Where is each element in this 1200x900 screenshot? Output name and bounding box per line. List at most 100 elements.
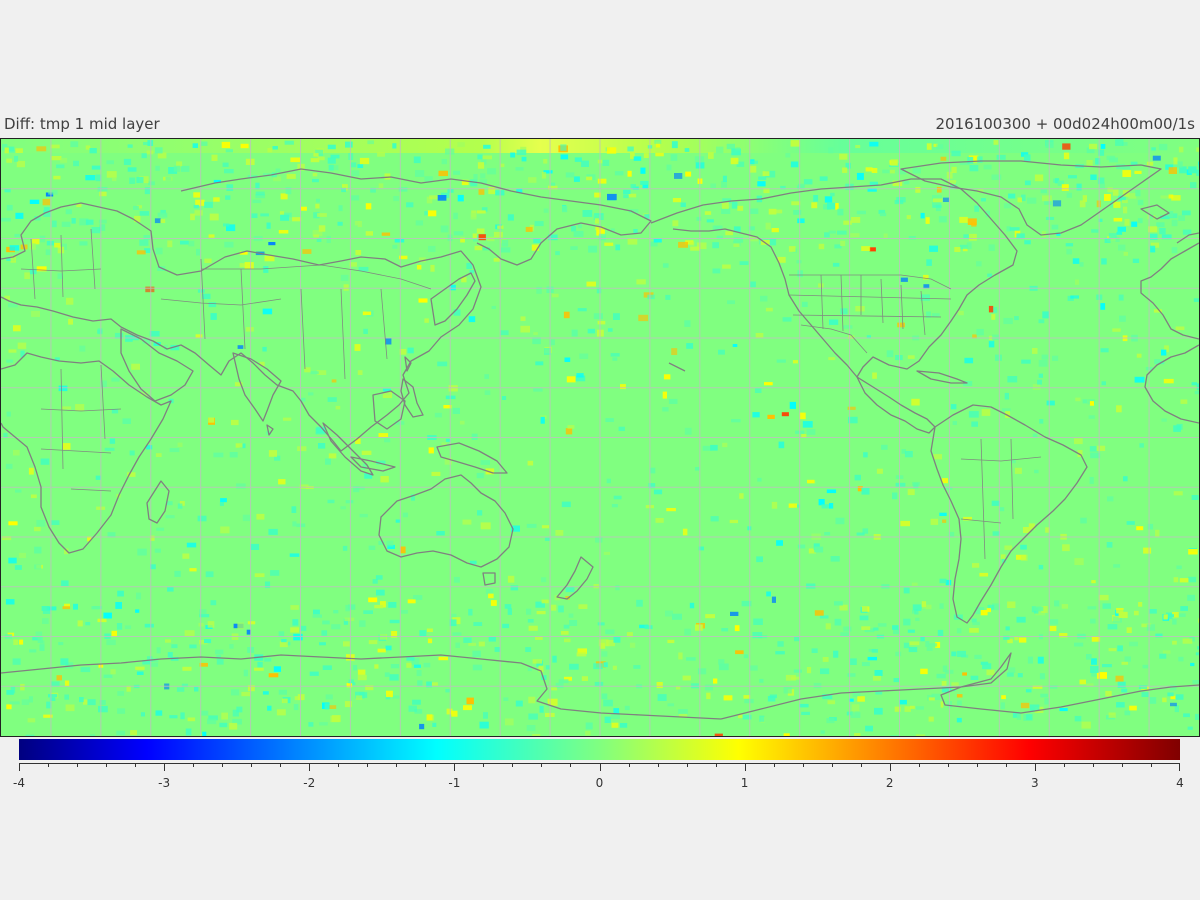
field-cell <box>155 247 163 255</box>
field-cell <box>351 162 357 168</box>
field-cell <box>826 489 837 494</box>
field-cell <box>730 611 739 616</box>
field-cell <box>385 645 392 651</box>
field-cell <box>890 159 899 166</box>
field-cell <box>595 537 603 543</box>
field-cell <box>588 245 598 253</box>
colorbar-minor-tick <box>222 763 224 767</box>
colorbar-minor-tick <box>1092 763 1094 767</box>
field-cell <box>799 412 806 420</box>
field-cell <box>526 725 536 732</box>
field-cell <box>967 156 974 164</box>
field-cell <box>1196 147 1199 152</box>
field-cell <box>1102 664 1112 668</box>
field-cell <box>195 334 203 338</box>
field-cell <box>357 674 367 681</box>
field-cell <box>42 198 51 206</box>
field-cell <box>890 735 901 736</box>
field-cell <box>182 666 192 671</box>
field-cell <box>34 564 42 570</box>
field-cell <box>941 681 947 686</box>
field-cell <box>958 310 964 316</box>
field-cell <box>177 503 183 509</box>
field-cell <box>1173 425 1181 432</box>
field-cell <box>850 658 857 665</box>
field-cell <box>507 214 514 221</box>
field-cell <box>273 666 281 672</box>
field-cell <box>956 694 963 698</box>
field-cell <box>783 687 792 694</box>
field-cell <box>603 699 613 707</box>
field-cell <box>942 665 948 672</box>
field-cell <box>136 176 144 184</box>
field-cell <box>765 307 773 312</box>
field-cell <box>215 649 224 655</box>
field-cell <box>160 219 166 223</box>
field-cell <box>390 664 400 669</box>
field-cell <box>196 248 201 256</box>
field-cell <box>722 442 728 448</box>
field-cell <box>970 675 979 680</box>
colorbar-tick-label: -2 <box>303 776 316 790</box>
field-cell <box>116 730 125 736</box>
field-cell <box>144 623 154 628</box>
field-cell <box>487 168 497 175</box>
colorbar-tick-label: -1 <box>448 776 461 790</box>
field-cell <box>1074 558 1084 566</box>
field-cell <box>756 556 763 563</box>
field-cell <box>507 575 515 583</box>
field-cell <box>111 377 120 382</box>
field-cell <box>135 666 145 670</box>
field-cell <box>912 481 920 486</box>
field-cell <box>869 247 876 252</box>
field-cell <box>607 193 617 201</box>
field-cell <box>601 693 608 700</box>
field-cell <box>377 152 385 157</box>
field-cell <box>66 297 74 305</box>
field-cell <box>587 328 595 334</box>
colorbar-gradient <box>19 739 1180 760</box>
field-cell <box>480 173 486 179</box>
field-cell <box>479 721 489 729</box>
field-cell <box>1176 694 1184 700</box>
field-cell <box>453 231 464 236</box>
field-cell <box>34 526 41 532</box>
field-cell <box>843 626 852 632</box>
field-cell <box>147 656 153 662</box>
field-cell <box>695 624 703 631</box>
field-cell <box>174 570 181 577</box>
field-cell <box>612 357 618 361</box>
field-cell <box>262 691 269 695</box>
colorbar-minor-tick <box>715 763 717 767</box>
field-cell <box>1179 578 1189 583</box>
field-cell <box>368 597 378 603</box>
field-cell <box>1027 656 1033 664</box>
field-cell <box>98 219 107 224</box>
field-cell <box>1026 714 1033 720</box>
field-cell <box>1113 217 1123 222</box>
field-cell <box>1044 698 1049 705</box>
field-cell <box>585 730 591 736</box>
field-cell <box>769 694 777 699</box>
field-cell <box>85 622 91 626</box>
field-cell <box>148 181 155 186</box>
field-cell <box>627 170 632 177</box>
field-cell <box>915 187 921 193</box>
field-cell <box>1091 580 1096 584</box>
field-cell <box>327 144 336 150</box>
field-cell <box>988 244 995 251</box>
field-cell <box>654 139 662 144</box>
field-cell <box>318 225 326 232</box>
field-cell <box>837 208 844 216</box>
field-cell <box>1061 184 1069 191</box>
field-cell <box>1042 311 1049 319</box>
field-cell <box>452 407 460 414</box>
field-cell <box>543 208 549 213</box>
colorbar-tick-label: -3 <box>158 776 171 790</box>
field-cell <box>333 610 339 614</box>
field-cell <box>1115 139 1124 146</box>
field-cell <box>279 641 288 648</box>
field-cell <box>1167 692 1174 697</box>
field-cell <box>283 417 292 421</box>
field-cell <box>796 260 802 264</box>
